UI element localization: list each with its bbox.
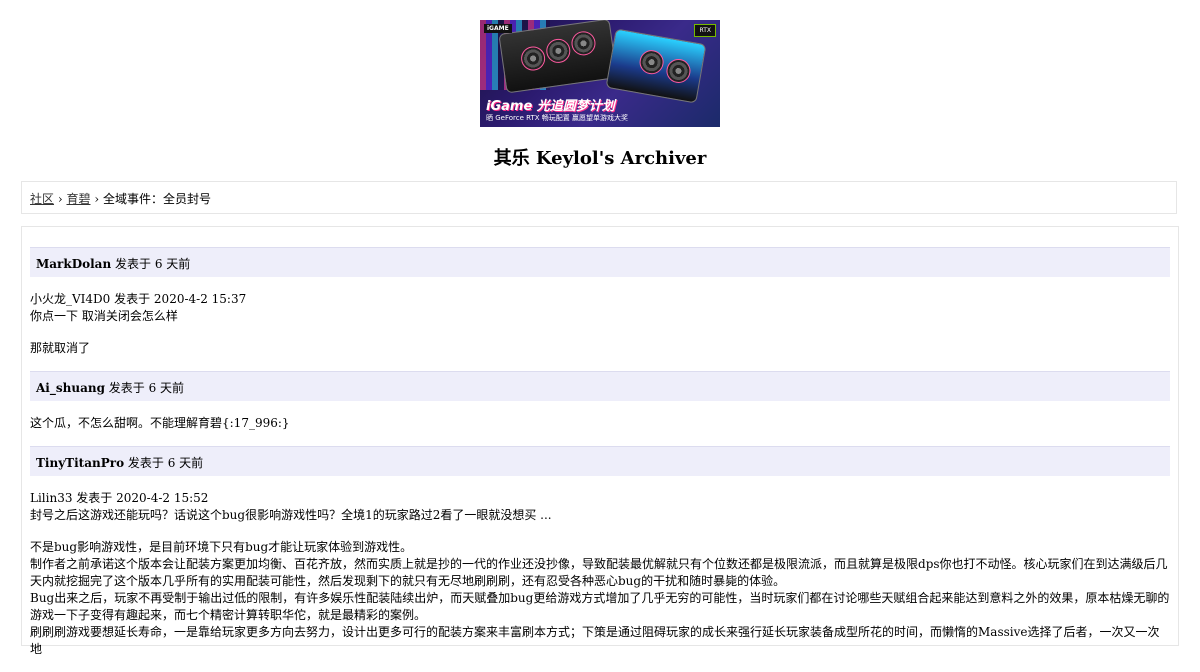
post-body: 小火龙_VI4D0 发表于 2020-4-2 15:37 你点一下 取消关闭会怎… xyxy=(30,277,1170,371)
post: TinyTitanPro 发表于 6 天前 Lilin33 发表于 2020-4… xyxy=(30,446,1170,672)
fan-icon xyxy=(664,57,693,85)
post-line: 封号之后这游戏还能玩吗？话说这个bug很影响游戏性吗？全境1的玩家路过2看了一眼… xyxy=(30,508,552,522)
graphics-card-image xyxy=(605,28,707,104)
breadcrumb-separator: › xyxy=(57,192,63,206)
post-line: 那就取消了 xyxy=(30,341,91,355)
post-line: 不是bug影响游戏性，是目前环境下只有bug才能让玩家体验到游戏性。 xyxy=(30,540,413,554)
banner-headline: iGame 光追圆梦计划 xyxy=(486,99,615,114)
breadcrumb: 社区 › 育碧 › 全域事件：全员封号 xyxy=(21,181,1177,214)
post-author[interactable]: TinyTitanPro xyxy=(36,456,124,470)
post-author[interactable]: MarkDolan xyxy=(36,257,111,271)
post-line: 你点一下 取消关闭会怎么样 xyxy=(30,309,178,323)
breadcrumb-separator: › xyxy=(94,192,100,206)
breadcrumb-link-community[interactable]: 社区 xyxy=(30,192,54,206)
banner-image[interactable]: iGAME RTX iGame 光追圆梦计划 晒 GeForce RTX 畅玩配… xyxy=(480,20,720,127)
graphics-card-image xyxy=(498,20,618,94)
post-body: Lilin33 发表于 2020-4-2 15:52 封号之后这游戏还能玩吗？话… xyxy=(30,476,1170,672)
rtx-logo: RTX xyxy=(694,24,716,37)
banner-subline: 晒 GeForce RTX 畅玩配置 赢愿望单游戏大奖 xyxy=(486,114,628,122)
post: MarkDolan 发表于 6 天前 小火龙_VI4D0 发表于 2020-4-… xyxy=(30,247,1170,371)
post-time: 发表于 6 天前 xyxy=(115,257,191,271)
fan-icon xyxy=(544,37,572,65)
post-header: Ai_shuang 发表于 6 天前 xyxy=(30,371,1170,401)
post-author[interactable]: Ai_shuang xyxy=(36,381,105,395)
post-line: 小火龙_VI4D0 发表于 2020-4-2 15:37 xyxy=(30,292,247,306)
site-title: 其乐 Keylol's Archiver xyxy=(493,148,707,169)
post-header: TinyTitanPro 发表于 6 天前 xyxy=(30,446,1170,476)
post-body: 这个瓜，不怎么甜啊。不能理解育碧{:17_996:} xyxy=(30,401,1170,446)
post-line: 制作者之前承诺这个版本会让配装方案更加均衡、百花齐放，然而实质上就是抄的一代的作… xyxy=(30,557,1168,588)
thread-content: MarkDolan 发表于 6 天前 小火龙_VI4D0 发表于 2020-4-… xyxy=(21,226,1179,656)
post-time: 发表于 6 天前 xyxy=(127,456,204,470)
ad-banner[interactable]: iGAME RTX iGame 光追圆梦计划 晒 GeForce RTX 畅玩配… xyxy=(480,20,720,127)
breadcrumb-current: 全域事件：全员封号 xyxy=(102,192,211,206)
post-time: 发表于 6 天前 xyxy=(108,381,185,395)
post: Ai_shuang 发表于 6 天前 这个瓜，不怎么甜啊。不能理解育碧{:17_… xyxy=(30,371,1170,446)
post-line: 刷刷刷游戏要想延长寿命，一是靠给玩家更多方向去努力，设计出更多可行的配装方案来丰… xyxy=(30,625,1160,656)
post-line: 这个瓜，不怎么甜啊。不能理解育碧{:17_996:} xyxy=(30,416,290,430)
post-line: Lilin33 发表于 2020-4-2 15:52 xyxy=(30,491,209,505)
fan-icon xyxy=(637,48,666,77)
fan-icon xyxy=(519,44,547,73)
brand-logo: iGAME xyxy=(484,24,512,33)
fan-icon xyxy=(569,29,598,57)
post-header: MarkDolan 发表于 6 天前 xyxy=(30,247,1170,277)
post-line: Bug出来之后，玩家不再受制于输出过低的限制，有许多娱乐性配装陆续出炉，而天赋叠… xyxy=(30,591,1170,622)
breadcrumb-link-ubisoft[interactable]: 育碧 xyxy=(66,192,90,206)
